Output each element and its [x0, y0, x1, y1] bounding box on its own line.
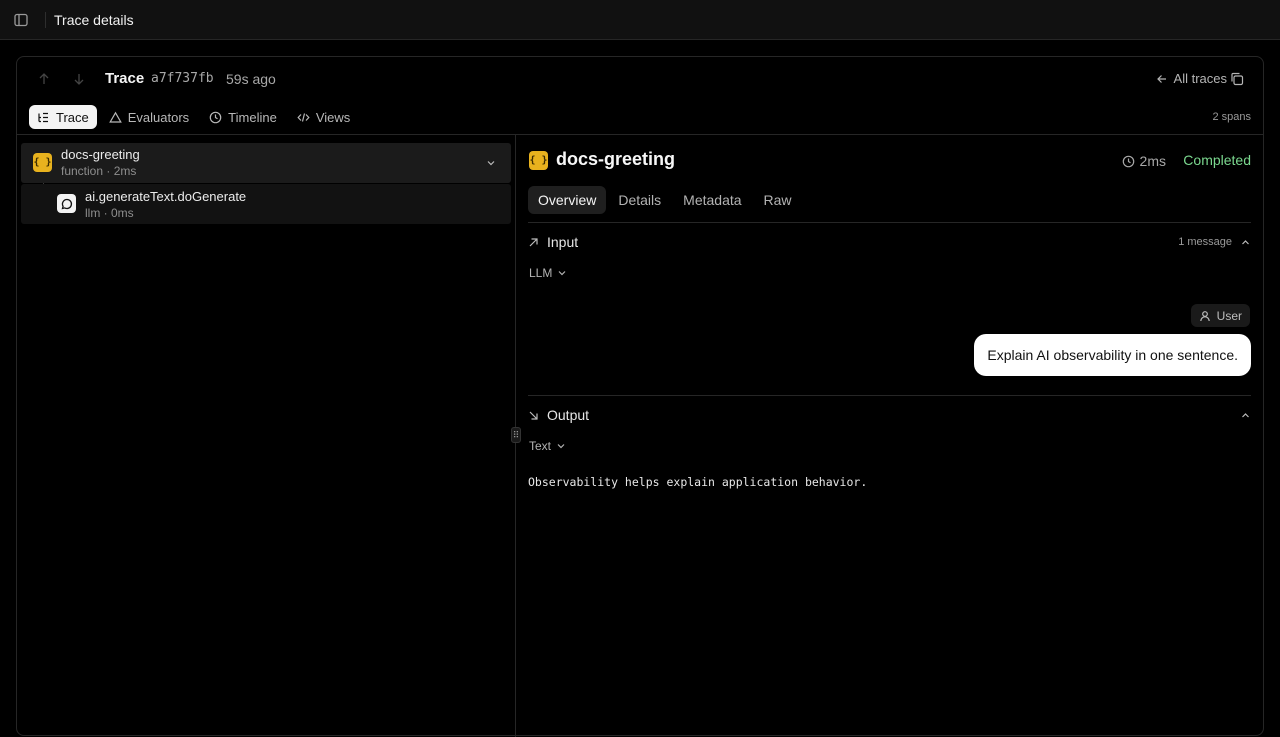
trace-panel: Trace a7f737fb 59s ago All traces Trace … — [16, 56, 1264, 737]
braces-icon: { } — [529, 151, 548, 170]
list-tree-icon — [37, 111, 50, 124]
output-section-header[interactable]: Output — [528, 404, 1251, 426]
chevron-down-icon[interactable] — [485, 157, 497, 169]
tab-details[interactable]: Details — [608, 186, 671, 214]
tab-evaluators[interactable]: Evaluators — [101, 105, 197, 129]
page-title: Trace details — [54, 11, 134, 28]
span-row-generate-text[interactable]: ai.generateText.doGenerate llm · 0ms — [21, 184, 511, 224]
tab-raw[interactable]: Raw — [754, 186, 802, 214]
duration-value: 2ms — [1139, 153, 1166, 169]
spans-count: 2 spans — [1212, 111, 1251, 123]
chevron-down-icon — [557, 268, 567, 278]
sidebar-toggle-icon[interactable] — [13, 12, 29, 28]
trace-timestamp: 59s ago — [226, 71, 276, 87]
tab-label: Views — [315, 109, 351, 125]
divider — [45, 11, 46, 28]
input-format-select[interactable]: LLM — [529, 266, 567, 280]
span-meta: llm · 0ms — [85, 206, 134, 220]
section-meta — [1240, 410, 1251, 421]
span-row-docs-greeting[interactable]: { } docs-greeting function · 2ms — [21, 143, 511, 183]
arrow-left-icon — [1156, 73, 1168, 85]
tab-label: Evaluators — [127, 109, 190, 125]
message-icon — [57, 194, 76, 213]
code-icon — [297, 111, 310, 124]
span-meta: function · 2ms — [61, 164, 137, 178]
tab-trace[interactable]: Trace — [29, 105, 97, 129]
braces-icon: { } — [33, 153, 52, 172]
user-icon — [1199, 310, 1211, 322]
view-tabs: Trace Evaluators Timeline Views — [29, 105, 358, 129]
chevron-up-icon[interactable] — [1240, 237, 1251, 248]
role-badge: User — [1190, 304, 1250, 327]
tab-label: Timeline — [228, 109, 277, 125]
next-trace-icon[interactable] — [72, 72, 86, 86]
message-count: 1 message — [1178, 236, 1232, 248]
section-label: Input — [547, 234, 579, 250]
section-label: Output — [547, 407, 590, 423]
tab-label: Trace — [56, 109, 89, 125]
tab-timeline[interactable]: Timeline — [201, 105, 285, 129]
span-detail-title: docs-greeting — [556, 149, 676, 169]
divider — [528, 395, 1251, 396]
all-traces-label: All traces — [1173, 71, 1227, 86]
format-label: Text — [529, 439, 552, 453]
copy-icon[interactable] — [1229, 71, 1245, 87]
role-label: User — [1216, 308, 1242, 323]
arrow-up-right-icon — [528, 237, 539, 248]
span-duration: 2ms — [1122, 153, 1166, 169]
output-format-select[interactable]: Text — [529, 439, 566, 453]
divider — [528, 222, 1251, 223]
triangle-icon — [108, 111, 122, 124]
tab-views[interactable]: Views — [289, 105, 358, 129]
output-text: Observability helps explain application … — [528, 475, 868, 489]
span-name: ai.generateText.doGenerate — [85, 189, 247, 204]
tab-metadata[interactable]: Metadata — [673, 186, 751, 214]
user-message-bubble: Explain AI observability in one sentence… — [974, 334, 1251, 376]
clock-icon — [1122, 155, 1135, 168]
tab-overview[interactable]: Overview — [528, 186, 607, 214]
trace-label: Trace — [105, 70, 145, 87]
status-badge: Completed — [1183, 152, 1251, 168]
clock-icon — [209, 111, 222, 124]
grip-icon: ⠿ — [512, 429, 520, 440]
divider — [17, 134, 1263, 135]
chevron-down-icon — [556, 441, 566, 451]
chevron-up-icon[interactable] — [1240, 410, 1251, 421]
all-traces-link[interactable]: All traces — [1156, 71, 1227, 86]
span-name: docs-greeting — [61, 147, 140, 162]
resize-handle[interactable]: ⠿ — [511, 427, 521, 443]
detail-tabs: Overview Details Metadata Raw — [528, 186, 802, 214]
section-meta: 1 message — [1178, 236, 1251, 248]
top-bar: Trace details — [0, 0, 1280, 40]
input-section-header[interactable]: Input 1 message — [528, 231, 1251, 253]
arrow-down-right-icon — [528, 410, 539, 421]
format-label: LLM — [529, 266, 553, 280]
trace-id: a7f737fb — [151, 71, 214, 86]
previous-trace-icon[interactable] — [37, 72, 51, 86]
